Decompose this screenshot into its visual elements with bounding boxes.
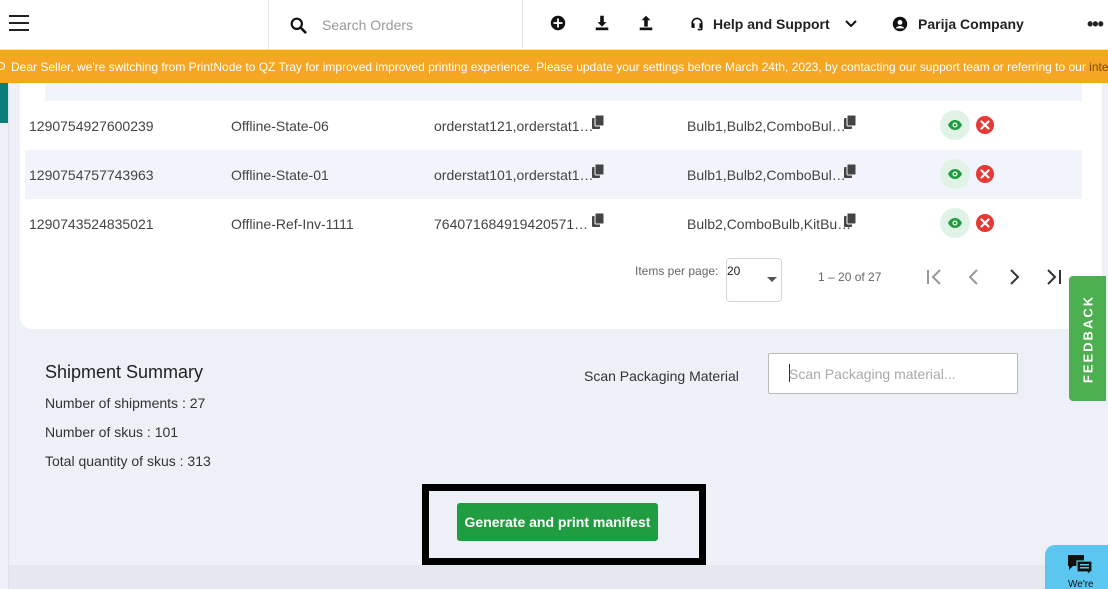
sidebar-accent [0,83,8,123]
table-row-partial [45,83,1082,101]
copy-icon[interactable] [844,213,856,227]
divider [522,0,523,50]
search-icon[interactable] [290,17,307,34]
search-input[interactable] [322,13,512,37]
shipment-summary-title: Shipment Summary [45,362,204,382]
view-button[interactable] [940,110,970,140]
skus-count: Number of skus : 101 [45,424,179,440]
dropdown-caret-icon [767,277,777,282]
more-options-icon[interactable]: ••• [1087,14,1104,35]
copy-icon[interactable] [844,164,856,178]
skus-cell: Bulb2,ComboBulb,KitBu… [687,216,852,232]
items-per-page-select[interactable]: 20 [726,258,782,302]
table-row[interactable]: 1290743524835021 Offline-Ref-Inv-1111 76… [25,199,1082,248]
last-page-icon[interactable] [1043,266,1065,288]
items-per-page-value: 20 [727,264,741,278]
divider [268,0,269,50]
headset-icon [691,17,703,31]
table-row[interactable]: 1290754927600239 Offline-State-06 orders… [25,101,1082,150]
channel-cell: Offline-State-06 [231,118,329,134]
download-icon[interactable] [593,14,611,32]
search-bar [270,0,522,50]
copy-icon[interactable] [592,164,604,178]
account-menu[interactable]: Parija Company [892,14,1024,34]
previous-page-icon[interactable] [963,266,985,288]
feedback-label: FEEDBACK [1080,294,1095,383]
menu-icon[interactable] [9,15,29,31]
order-id-cell: 1290754927600239 [29,118,154,134]
order-ref-cell: orderstat101,orderstat1… [434,167,594,183]
next-page-icon[interactable] [1003,266,1025,288]
first-page-icon[interactable] [923,266,945,288]
cancel-button[interactable] [970,208,1000,238]
announcement-banner: Dear Seller, we're switching from PrintN… [0,50,1108,83]
feedback-tab[interactable]: FEEDBACK [1069,276,1106,401]
account-circle-icon [892,16,908,32]
add-circle-icon[interactable] [549,14,567,32]
info-icon [0,62,5,70]
upload-icon[interactable] [637,14,655,32]
scan-packaging-label: Scan Packaging Material [584,368,739,384]
pagination-range: 1 – 20 of 27 [818,270,882,284]
cancel-button[interactable] [970,110,1000,140]
eye-icon [948,218,962,228]
generate-manifest-button[interactable]: Generate and print manifest [457,503,658,541]
footer-strip [9,565,1108,589]
eye-icon [948,169,962,179]
shipments-count: Number of shipments : 27 [45,395,206,411]
sidebar-edge [8,83,9,589]
chat-widget[interactable]: We're [1045,545,1108,589]
order-id-cell: 1290754757743963 [29,167,154,183]
view-button[interactable] [940,208,970,238]
scan-packaging-input[interactable] [768,353,1018,394]
view-button[interactable] [940,159,970,189]
sku-quantity-total: Total quantity of skus : 313 [45,453,211,469]
text-cursor [789,364,790,382]
close-circle-icon [976,214,994,232]
order-id-cell: 1290743524835021 [29,216,154,232]
copy-icon[interactable] [844,115,856,129]
cancel-button[interactable] [970,159,1000,189]
help-and-support-menu[interactable]: Help and Support [689,14,858,34]
order-ref-cell: 764071684919420571… [434,216,589,232]
order-ref-cell: orderstat121,orderstat1… [434,118,594,134]
copy-icon[interactable] [592,115,604,129]
table-row[interactable]: 1290754757743963 Offline-State-01 orders… [25,150,1082,199]
eye-icon [948,120,962,130]
skus-cell: Bulb1,Bulb2,ComboBul… [687,118,846,134]
banner-link[interactable]: integ [1089,60,1108,74]
top-bar: Help and Support Parija Company ••• [0,0,1108,50]
close-circle-icon [976,165,994,183]
chat-bubble-icon [1068,555,1093,575]
items-per-page-label: Items per page: [635,264,719,278]
channel-cell: Offline-State-01 [231,167,329,183]
chat-label: We're [1068,579,1094,589]
copy-icon[interactable] [592,213,604,227]
banner-message: Dear Seller, we're switching from PrintN… [11,60,1090,74]
chevron-down-icon [844,20,857,28]
company-name: Parija Company [918,16,1024,32]
help-label: Help and Support [713,16,830,32]
channel-cell: Offline-Ref-Inv-1111 [231,216,354,232]
skus-cell: Bulb1,Bulb2,ComboBul… [687,167,846,183]
close-circle-icon [976,116,994,134]
